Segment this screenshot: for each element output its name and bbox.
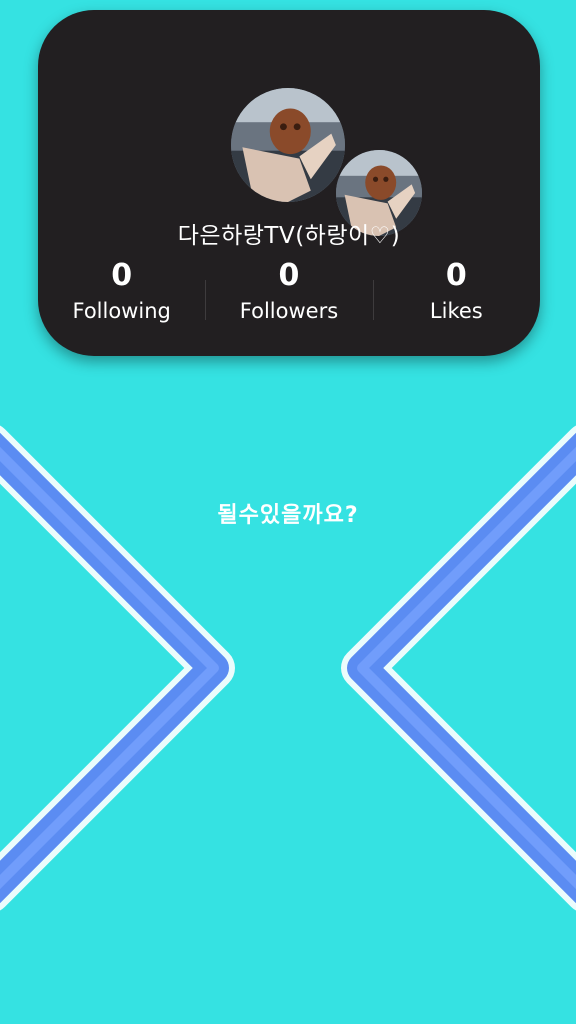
avatar-image [231, 88, 345, 202]
stat-likes[interactable]: 0 Likes [372, 258, 540, 338]
followers-count: 0 [278, 258, 300, 293]
stat-divider [205, 280, 207, 320]
followers-label: Followers [239, 299, 339, 323]
likes-label: Likes [429, 299, 483, 323]
username: 다은하랑TV(하랑이♡) [177, 223, 401, 249]
stats-row: 0 Following 0 Followers 0 Likes [38, 258, 540, 338]
profile-card: 다은하랑TV(하랑이♡) 0 Following 0 Followers 0 L… [38, 10, 540, 356]
stat-following[interactable]: 0 Following [38, 258, 205, 338]
following-count: 0 [111, 258, 133, 293]
likes-count: 0 [445, 258, 467, 293]
dog-photo-avatar[interactable] [231, 88, 345, 202]
following-label: Following [72, 299, 171, 323]
stat-divider [372, 280, 374, 320]
stat-followers[interactable]: 0 Followers [205, 258, 372, 338]
screen: 다은하랑TV(하랑이♡) 0 Following 0 Followers 0 L… [0, 0, 576, 1024]
caption-text: 될수있을까요? [217, 503, 359, 528]
